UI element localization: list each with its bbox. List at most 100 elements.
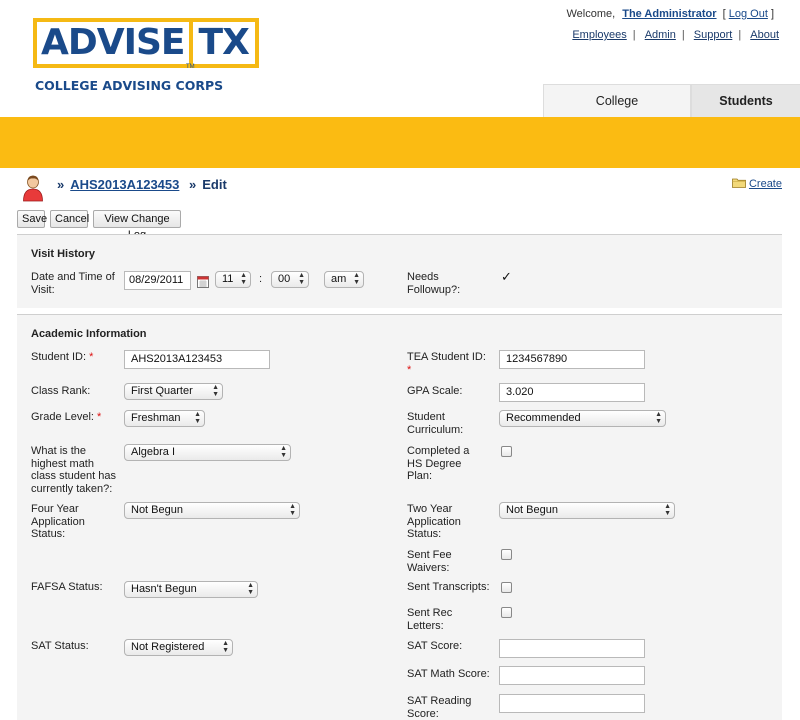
visit-minute-value: 00 [278, 273, 291, 285]
page-title: Edit [202, 177, 227, 192]
sat-status-select[interactable]: Not Registered ▲ ▼ [124, 639, 233, 656]
sat-math-input[interactable] [499, 666, 645, 685]
student-id-label-text: Student ID: [31, 351, 87, 363]
grade-level-label-text: Grade Level: [31, 411, 94, 423]
two-year-app-label: Two Year Application Status: [407, 503, 461, 540]
four-year-app-value: Not Begun [131, 504, 183, 516]
gpa-scale-input[interactable]: 3.020 [499, 383, 645, 402]
time-separator: : [259, 273, 263, 285]
class-rank-select[interactable]: First Quarter ▲ ▼ [124, 383, 223, 400]
fafsa-status-value: Hasn't Begun [131, 583, 197, 595]
student-person-icon [23, 175, 43, 202]
degree-plan-label: Completed a HS Degree Plan: [407, 445, 470, 482]
breadcrumb: » AHS2013A123453 » Edit [57, 177, 227, 192]
visit-ampm-value: am [331, 273, 347, 285]
visit-hour-value: 11 [222, 273, 234, 285]
class-rank-value: First Quarter [131, 385, 193, 397]
visit-history-section: Visit History Date and Time of Visit: 08… [17, 234, 782, 308]
select-arrows-icon: ▲ ▼ [222, 640, 229, 654]
breadcrumb-chevron: » [189, 177, 197, 192]
visit-date-input[interactable]: 08/29/2011 [124, 271, 191, 290]
calendar-icon[interactable] [197, 275, 209, 288]
link-separator: | [632, 29, 636, 41]
cancel-button[interactable]: Cancel [50, 210, 89, 228]
bracket-open: [ [722, 8, 726, 20]
select-arrows-icon: ▲ ▼ [289, 503, 296, 517]
student-id-input[interactable]: AHS2013A123453 [124, 350, 270, 369]
select-arrows-icon: ▲ ▼ [298, 272, 305, 286]
bracket-close: ] [770, 8, 774, 20]
student-code-link[interactable]: AHS2013A123453 [70, 177, 179, 192]
top-nav-links: Employees | Admin | Support | About [566, 29, 779, 41]
welcome-bar: Welcome, The Administrator [ Log Out ] [566, 8, 774, 20]
header-band [0, 117, 800, 168]
gpa-scale-label: GPA Scale: [407, 385, 463, 397]
employees-link[interactable]: Employees [572, 29, 626, 41]
select-arrows-icon: ▲ ▼ [655, 411, 662, 425]
fee-waivers-checkbox[interactable] [501, 549, 512, 560]
academic-info-title: Academic Information [31, 328, 147, 340]
tea-student-id-input[interactable]: 1234567890 [499, 350, 645, 369]
sent-transcripts-checkbox[interactable] [501, 582, 512, 593]
student-curriculum-value: Recommended [506, 412, 581, 424]
welcome-text: Welcome, [566, 8, 616, 20]
logout-link[interactable]: Log Out [729, 8, 768, 20]
grade-level-label: Grade Level: * [31, 411, 101, 424]
tab-college-workshops[interactable]: College Workshops [543, 84, 691, 141]
grade-level-select[interactable]: Freshman ▲ ▼ [124, 410, 205, 427]
required-marker: * [97, 411, 102, 423]
breadcrumb-chevron: » [57, 177, 65, 192]
needs-followup-label: Needs Followup?: [407, 271, 461, 296]
select-arrows-icon: ▲ ▼ [212, 384, 219, 398]
required-marker: * [407, 363, 412, 376]
advise-tx-logo: ADVISE TX [33, 18, 259, 68]
main-tabs: College Workshops Students [543, 84, 800, 141]
select-arrows-icon: ▲ ▼ [280, 445, 287, 459]
four-year-app-label: Four Year Application Status: [31, 503, 85, 540]
required-marker: * [89, 351, 94, 363]
student-curriculum-label: Student Curriculum: [407, 411, 464, 436]
fafsa-status-select[interactable]: Hasn't Begun ▲ ▼ [124, 581, 258, 598]
sent-rec-letters-checkbox[interactable] [501, 607, 512, 618]
sat-score-input[interactable] [499, 639, 645, 658]
two-year-app-select[interactable]: Not Begun ▲ ▼ [499, 502, 675, 519]
tea-student-id-label-text: TEA Student ID: [407, 351, 486, 363]
visit-hour-select[interactable]: 11 ▲ ▼ [215, 271, 251, 288]
fee-waivers-label: Sent Fee Waivers: [407, 549, 452, 574]
user-name-link[interactable]: The Administrator [622, 8, 716, 20]
select-arrows-icon: ▲ ▼ [247, 582, 254, 596]
admin-link[interactable]: Admin [645, 29, 676, 41]
view-change-log-button[interactable]: View Change Log [93, 210, 181, 241]
four-year-app-select[interactable]: Not Begun ▲ ▼ [124, 502, 300, 519]
visit-date-label: Date and Time of Visit: [31, 271, 115, 296]
support-link[interactable]: Support [694, 29, 733, 41]
sat-score-label: SAT Score: [407, 640, 463, 652]
select-arrows-icon: ▲ ▼ [664, 503, 671, 517]
student-curriculum-select[interactable]: Recommended ▲ ▼ [499, 410, 666, 427]
select-arrows-icon: ▲ ▼ [353, 272, 360, 286]
sat-reading-input[interactable] [499, 694, 645, 713]
two-year-app-value: Not Begun [506, 504, 558, 516]
visit-ampm-select[interactable]: am ▲ ▼ [324, 271, 364, 288]
create-link[interactable]: Create [749, 178, 782, 190]
degree-plan-checkbox[interactable] [501, 446, 512, 457]
sent-transcripts-label: Sent Transcripts: [407, 581, 490, 593]
visit-minute-select[interactable]: 00 ▲ ▼ [271, 271, 309, 288]
select-arrows-icon: ▲ ▼ [240, 272, 247, 286]
about-link[interactable]: About [750, 29, 779, 41]
highest-math-select[interactable]: Algebra I ▲ ▼ [124, 444, 291, 461]
visit-history-title: Visit History [31, 248, 95, 260]
sent-rec-letters-label: Sent Rec Letters: [407, 607, 453, 632]
tab-students[interactable]: Students [691, 84, 800, 117]
highest-math-value: Algebra I [131, 446, 176, 458]
needs-followup-checkbox[interactable]: ✓ [501, 270, 512, 283]
link-separator: | [738, 29, 742, 41]
save-button[interactable]: Save [17, 210, 47, 228]
academic-info-section: Academic Information Student ID: * AHS20… [17, 314, 782, 720]
sat-reading-label: SAT Reading Score: [407, 695, 472, 720]
highest-math-label: What is the highest math class student h… [31, 445, 116, 495]
logo-tx-text: TX [188, 18, 259, 68]
folder-create-icon[interactable] [732, 177, 746, 188]
sat-math-label: SAT Math Score: [407, 668, 490, 680]
fafsa-status-label: FAFSA Status: [31, 581, 103, 593]
